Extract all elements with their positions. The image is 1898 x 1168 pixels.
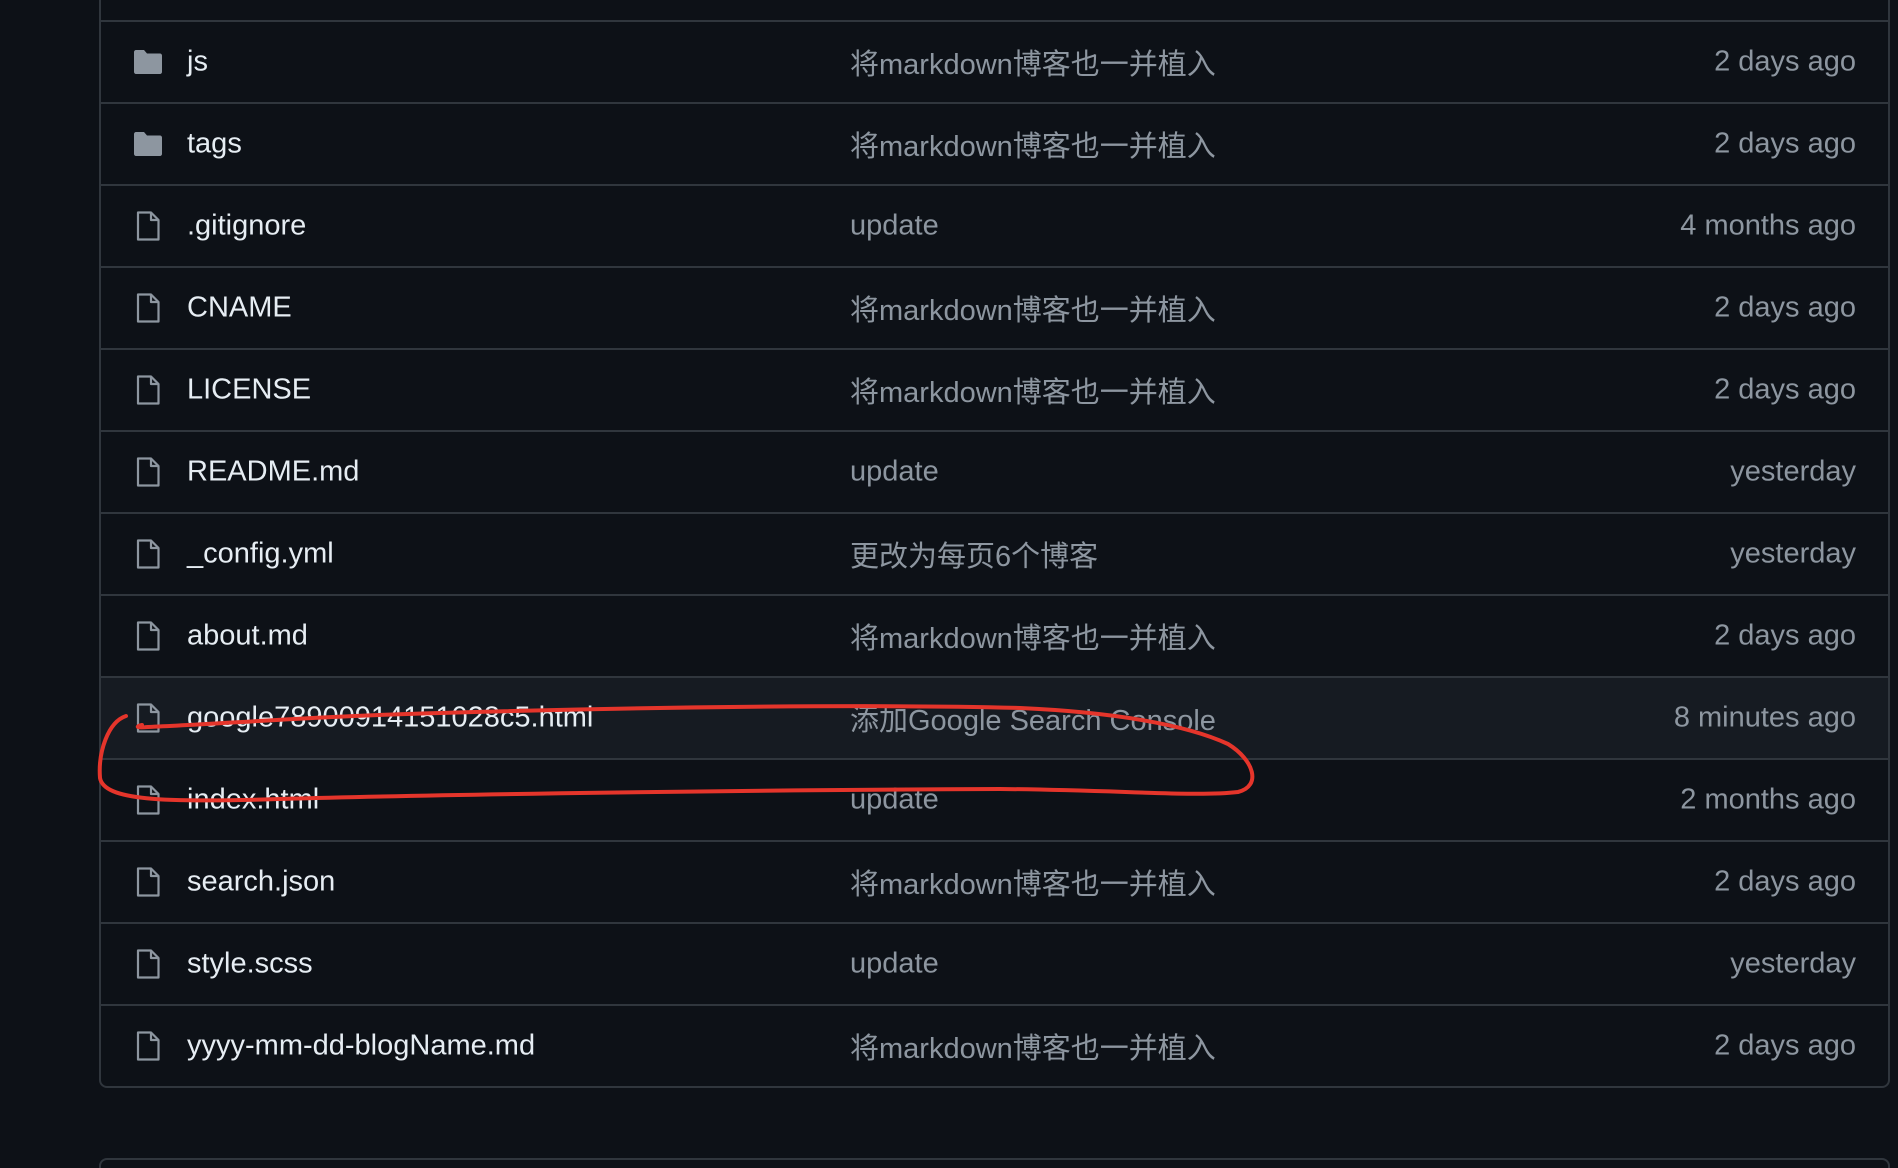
folder-icon bbox=[131, 45, 165, 79]
file-icon bbox=[131, 537, 165, 571]
file-row[interactable]: README.md update yesterday bbox=[101, 430, 1888, 512]
commit-time: 4 months ago bbox=[1680, 209, 1856, 242]
commit-time: yesterday bbox=[1730, 455, 1856, 488]
file-name-link[interactable]: tags bbox=[187, 128, 242, 161]
commit-time: 2 days ago bbox=[1714, 865, 1856, 898]
file-icon bbox=[131, 783, 165, 817]
commit-time: 2 days ago bbox=[1714, 619, 1856, 652]
commit-message-link[interactable]: 将markdown博客也一并植入 bbox=[850, 123, 1216, 165]
commit-message-link[interactable]: 将markdown博客也一并植入 bbox=[850, 615, 1216, 657]
file-name-link[interactable]: LICENSE bbox=[187, 374, 311, 407]
file-list-table: home去掉访客统计yesterday js 将markdown博客也一并植入 2 d… bbox=[99, 0, 1890, 1088]
file-name-link[interactable]: index.html bbox=[187, 784, 319, 817]
file-row[interactable]: search.json 将markdown博客也一并植入 2 days ago bbox=[101, 840, 1888, 922]
commit-message-link[interactable]: 去掉访客统计 bbox=[850, 0, 1024, 1]
file-row[interactable]: tags 将markdown博客也一并植入 2 days ago bbox=[101, 102, 1888, 184]
file-name-link[interactable]: README.md bbox=[187, 456, 359, 489]
file-row[interactable]: js 将markdown博客也一并植入 2 days ago bbox=[101, 20, 1888, 102]
file-row[interactable]: CNAME 将markdown博客也一并植入 2 days ago bbox=[101, 266, 1888, 348]
file-name-link[interactable]: about.md bbox=[187, 620, 308, 653]
commit-time: 2 months ago bbox=[1680, 783, 1856, 816]
commit-message-link[interactable]: 将markdown博客也一并植入 bbox=[850, 287, 1216, 329]
file-row[interactable]: LICENSE 将markdown博客也一并植入 2 days ago bbox=[101, 348, 1888, 430]
file-icon bbox=[131, 291, 165, 325]
file-name-link[interactable]: style.scss bbox=[187, 948, 313, 981]
commit-message-link[interactable]: 将markdown博客也一并植入 bbox=[850, 861, 1216, 903]
commit-message-link[interactable]: update bbox=[850, 456, 939, 489]
file-name-link[interactable]: CNAME bbox=[187, 292, 292, 325]
file-icon bbox=[131, 373, 165, 407]
commit-time: yesterday bbox=[1730, 947, 1856, 980]
file-row[interactable]: _config.yml 更改为每页6个博客 yesterday bbox=[101, 512, 1888, 594]
file-row[interactable]: about.md 将markdown博客也一并植入 2 days ago bbox=[101, 594, 1888, 676]
file-icon bbox=[131, 701, 165, 735]
folder-icon bbox=[131, 127, 165, 161]
page: home去掉访客统计yesterday js 将markdown博客也一并植入 2 d… bbox=[0, 0, 1898, 1168]
file-icon bbox=[131, 455, 165, 489]
commit-time: yesterday bbox=[1730, 537, 1856, 570]
commit-message-link[interactable]: 将markdown博客也一并植入 bbox=[850, 41, 1216, 83]
commit-message-link[interactable]: 将markdown博客也一并植入 bbox=[850, 1025, 1216, 1067]
file-row[interactable]: yyyy-mm-dd-blogName.md 将markdown博客也一并植入 2 … bbox=[101, 1004, 1888, 1086]
file-name-link[interactable]: _config.yml bbox=[187, 538, 334, 571]
commit-time: 8 minutes ago bbox=[1673, 701, 1856, 734]
file-row[interactable]: index.html update 2 months ago bbox=[101, 758, 1888, 840]
commit-time: 2 days ago bbox=[1714, 373, 1856, 406]
file-icon bbox=[131, 209, 165, 243]
file-row[interactable]: style.scss update yesterday bbox=[101, 922, 1888, 1004]
commit-time: 2 days ago bbox=[1714, 1029, 1856, 1062]
commit-message-link[interactable]: 更改为每页6个博客 bbox=[850, 533, 1098, 575]
file-name-link[interactable]: google78900914151028c5.html bbox=[187, 702, 593, 735]
commit-message-link[interactable]: update bbox=[850, 948, 939, 981]
file-name-link[interactable]: search.json bbox=[187, 866, 335, 899]
file-name-link[interactable]: .gitignore bbox=[187, 210, 306, 243]
file-icon bbox=[131, 865, 165, 899]
commit-time: 2 days ago bbox=[1714, 291, 1856, 324]
commit-message-link[interactable]: update bbox=[850, 210, 939, 243]
file-row[interactable]: google78900914151028c5.html 添加Google Sear… bbox=[101, 676, 1888, 758]
file-name-link[interactable]: js bbox=[187, 46, 208, 79]
file-icon bbox=[131, 1029, 165, 1063]
file-row[interactable]: .gitignore update 4 months ago bbox=[101, 184, 1888, 266]
commit-message-link[interactable]: update bbox=[850, 784, 939, 817]
commit-message-link[interactable]: 将markdown博客也一并植入 bbox=[850, 369, 1216, 411]
file-icon bbox=[131, 947, 165, 981]
file-row[interactable]: home去掉访客统计yesterday bbox=[101, 0, 1888, 20]
readme-panel bbox=[99, 1158, 1890, 1168]
commit-time: 2 days ago bbox=[1714, 45, 1856, 78]
commit-message-link[interactable]: 添加Google Search Console bbox=[850, 697, 1216, 739]
file-name-link[interactable]: yyyy-mm-dd-blogName.md bbox=[187, 1030, 535, 1063]
file-icon bbox=[131, 619, 165, 653]
commit-time: 2 days ago bbox=[1714, 127, 1856, 160]
